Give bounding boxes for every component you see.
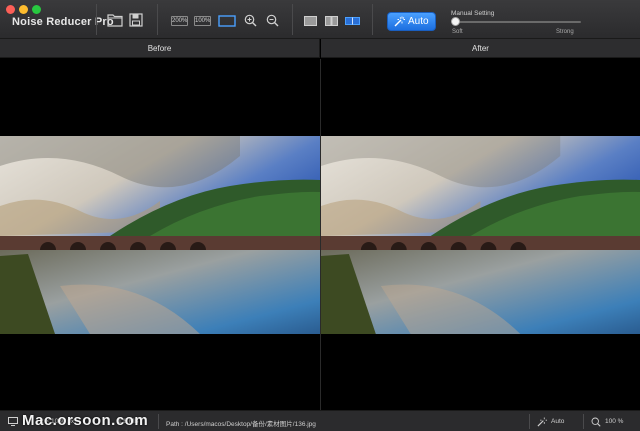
zoom-out-icon[interactable] <box>266 14 279 27</box>
before-image-pane[interactable] <box>0 59 320 410</box>
toolbar-divider <box>96 4 97 35</box>
minimize-window-button[interactable] <box>19 5 28 14</box>
split-view-icon[interactable] <box>345 17 360 25</box>
close-window-button[interactable] <box>6 5 15 14</box>
after-image-pane[interactable] <box>321 59 640 410</box>
before-pane-header: Before <box>0 39 320 58</box>
zoom-100-button[interactable]: 100% <box>194 16 211 26</box>
zoom-in-icon[interactable] <box>244 14 257 27</box>
mode-indicator: Auto <box>551 418 565 425</box>
app-title: Noise Reducer Pro <box>12 16 114 28</box>
slider-handle[interactable] <box>451 17 460 26</box>
open-folder-icon[interactable] <box>107 13 123 27</box>
zoom-200-button[interactable]: 200% <box>171 16 188 26</box>
auto-button[interactable]: Auto <box>387 12 436 31</box>
status-divider <box>583 414 584 429</box>
toolbar-divider <box>157 4 158 35</box>
fit-to-window-icon[interactable] <box>218 15 236 27</box>
watermark: Mac.orsoon.com <box>22 412 149 429</box>
save-icon[interactable] <box>129 13 143 27</box>
side-by-side-view-icon[interactable] <box>325 16 338 26</box>
status-divider <box>158 414 159 429</box>
single-view-icon[interactable] <box>304 16 317 26</box>
file-path: Path : /Users/macos/Desktop/备份/素材图片/136.… <box>166 421 316 428</box>
slider-min-label: Soft <box>452 29 463 35</box>
after-pane-header: After <box>321 39 640 58</box>
status-bar: 2 × 1080 px 1.6 MB Mac.orsoon.com Path :… <box>0 410 640 431</box>
status-divider <box>529 414 530 429</box>
image-size-icon <box>8 417 18 426</box>
toolbar-divider <box>372 4 373 35</box>
zoom-level: 100 % <box>605 418 624 425</box>
noise-strength-slider[interactable] <box>453 21 581 23</box>
after-photo <box>321 136 640 334</box>
before-photo <box>0 136 320 334</box>
auto-button-label: Auto <box>408 16 429 27</box>
zoom-window-button[interactable] <box>32 5 41 14</box>
magic-wand-icon <box>394 16 405 27</box>
toolbar-divider <box>292 4 293 35</box>
toolbar: Noise Reducer Pro 200% 100% Auto Manual … <box>0 0 640 39</box>
zoom-icon <box>591 417 601 427</box>
magic-wand-icon <box>537 417 547 427</box>
slider-max-label: Strong <box>556 29 574 35</box>
manual-setting-label: Manual Setting <box>451 10 495 17</box>
